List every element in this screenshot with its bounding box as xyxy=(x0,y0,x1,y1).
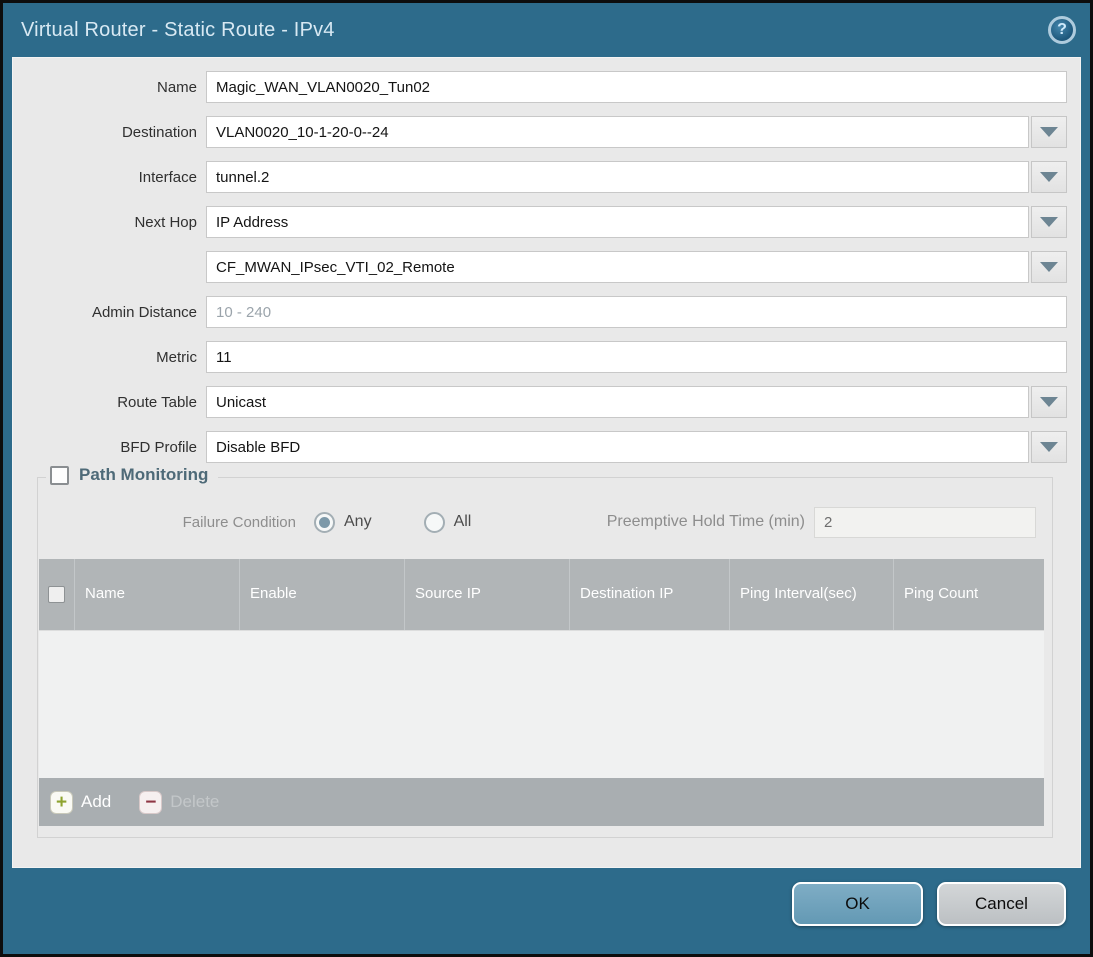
cancel-button[interactable]: Cancel xyxy=(937,882,1066,926)
interface-input[interactable] xyxy=(206,161,1029,193)
bfd-profile-dropdown-button[interactable] xyxy=(1031,431,1067,463)
path-monitoring-checkbox[interactable] xyxy=(50,466,69,485)
plus-icon: + xyxy=(50,791,73,814)
chevron-down-icon xyxy=(1040,442,1058,452)
failure-condition-all-label: All xyxy=(454,513,472,531)
dialog-body: Name Destination Interface xyxy=(12,57,1081,868)
add-button[interactable]: + Add xyxy=(50,791,111,814)
help-icon[interactable]: ? xyxy=(1048,16,1076,44)
static-route-form: Name Destination Interface xyxy=(13,58,1080,463)
select-all-checkbox[interactable] xyxy=(48,586,65,603)
bfd-profile-input[interactable] xyxy=(206,431,1029,463)
path-monitoring-section: Path Monitoring Failure Condition Any Al… xyxy=(37,477,1053,838)
header-name: Name xyxy=(75,559,240,630)
form-row-name: Name xyxy=(13,71,1067,103)
form-row-bfd-profile: BFD Profile xyxy=(13,431,1067,463)
next-hop-address-input[interactable] xyxy=(206,251,1029,283)
next-hop-type-input[interactable] xyxy=(206,206,1029,238)
table-header-row: Name Enable Source IP Destination IP Pin… xyxy=(39,559,1044,630)
header-enable: Enable xyxy=(240,559,405,630)
preemptive-hold-time-label: Preemptive Hold Time (min) xyxy=(607,513,814,531)
header-ping-count: Ping Count xyxy=(894,559,1044,630)
path-monitoring-title: Path Monitoring xyxy=(79,465,208,485)
dialog-title: Virtual Router - Static Route - IPv4 xyxy=(21,19,335,42)
minus-icon: − xyxy=(139,791,162,814)
admin-distance-label: Admin Distance xyxy=(13,304,206,321)
form-row-next-hop: Next Hop xyxy=(13,206,1067,238)
form-row-route-table: Route Table xyxy=(13,386,1067,418)
next-hop-address-dropdown-button[interactable] xyxy=(1031,251,1067,283)
preemptive-hold-time-input[interactable] xyxy=(814,507,1036,538)
title-bar: Virtual Router - Static Route - IPv4 ? xyxy=(3,3,1090,57)
route-table-input[interactable] xyxy=(206,386,1029,418)
form-row-metric: Metric xyxy=(13,341,1067,373)
interface-label: Interface xyxy=(13,169,206,186)
chevron-down-icon xyxy=(1040,172,1058,182)
failure-condition-any-radio[interactable] xyxy=(314,512,335,533)
destination-label: Destination xyxy=(13,124,206,141)
chevron-down-icon xyxy=(1040,397,1058,407)
destination-input[interactable] xyxy=(206,116,1029,148)
failure-condition-label: Failure Condition xyxy=(38,514,300,531)
form-row-interface: Interface xyxy=(13,161,1067,193)
dialog-footer: OK Cancel xyxy=(3,868,1090,954)
header-destination-ip: Destination IP xyxy=(570,559,730,630)
metric-input[interactable] xyxy=(206,341,1067,373)
destination-dropdown-button[interactable] xyxy=(1031,116,1067,148)
failure-condition-any-label: Any xyxy=(344,513,372,531)
virtual-router-static-route-dialog: Virtual Router - Static Route - IPv4 ? N… xyxy=(0,0,1093,957)
route-table-dropdown-button[interactable] xyxy=(1031,386,1067,418)
admin-distance-input[interactable] xyxy=(206,296,1067,328)
header-ping-interval: Ping Interval(sec) xyxy=(730,559,894,630)
header-source-ip: Source IP xyxy=(405,559,570,630)
metric-label: Metric xyxy=(13,349,206,366)
path-monitoring-table: Name Enable Source IP Destination IP Pin… xyxy=(39,559,1044,826)
form-row-destination: Destination xyxy=(13,116,1067,148)
name-input[interactable] xyxy=(206,71,1067,103)
interface-dropdown-button[interactable] xyxy=(1031,161,1067,193)
header-select-all-cell xyxy=(39,559,75,630)
add-button-label: Add xyxy=(81,792,111,812)
bfd-profile-label: BFD Profile xyxy=(13,439,206,456)
path-monitoring-legend: Path Monitoring xyxy=(46,465,218,485)
form-row-admin-distance: Admin Distance xyxy=(13,296,1067,328)
form-row-next-hop-address xyxy=(13,251,1067,283)
next-hop-label: Next Hop xyxy=(13,214,206,231)
delete-button-label: Delete xyxy=(170,792,219,812)
next-hop-type-dropdown-button[interactable] xyxy=(1031,206,1067,238)
name-label: Name xyxy=(13,79,206,96)
chevron-down-icon xyxy=(1040,127,1058,137)
failure-condition-all-radio[interactable] xyxy=(424,512,445,533)
table-footer-bar: + Add − Delete xyxy=(39,778,1044,826)
route-table-label: Route Table xyxy=(13,394,206,411)
failure-condition-row: Failure Condition Any All Preemptive Hol… xyxy=(38,506,1036,538)
ok-button[interactable]: OK xyxy=(792,882,923,926)
table-empty-body xyxy=(39,630,1044,778)
chevron-down-icon xyxy=(1040,217,1058,227)
delete-button[interactable]: − Delete xyxy=(139,791,219,814)
chevron-down-icon xyxy=(1040,262,1058,272)
